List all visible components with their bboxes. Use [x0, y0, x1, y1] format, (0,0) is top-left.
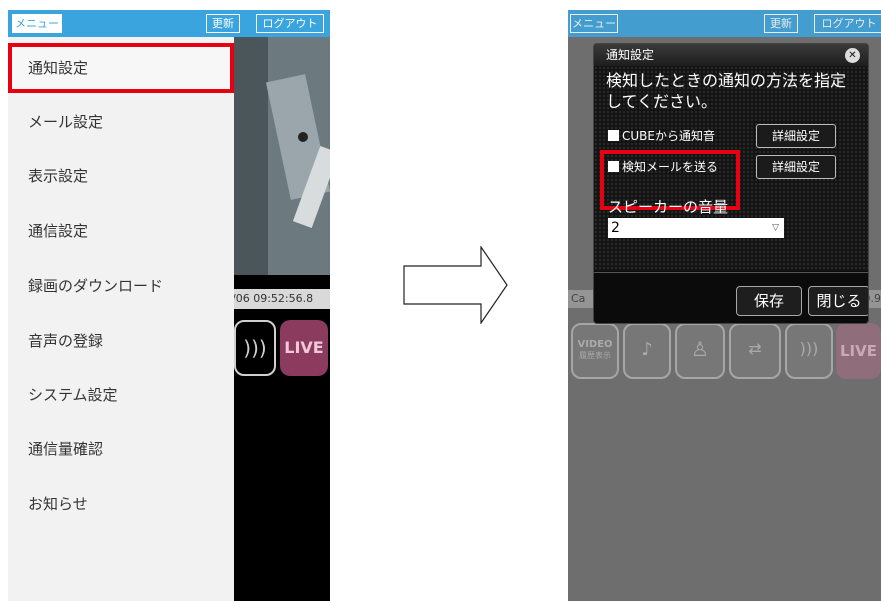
talk-icon: ⇄	[748, 339, 762, 358]
logout-button[interactable]: ログアウト	[814, 14, 881, 33]
history-label: 履歴表示	[579, 351, 611, 360]
menu-item-recording-download[interactable]: 録画のダウンロード	[8, 261, 234, 311]
refresh-button[interactable]: 更新	[764, 14, 798, 33]
dialog-divider	[594, 272, 868, 273]
person-icon: ♙	[691, 337, 709, 361]
close-button[interactable]: 閉じる	[808, 286, 868, 316]
menu-item-mail-settings[interactable]: メール設定	[8, 97, 234, 147]
volume-value: 2	[611, 220, 620, 236]
live-button[interactable]: LIVE	[836, 323, 881, 379]
ear-icon: )))	[799, 339, 819, 358]
person-detect-button[interactable]: ♙	[675, 323, 725, 379]
strip-left-text: Ca	[571, 292, 586, 305]
page: メニュー 更新 ログアウト /06 09:52:56.8 ))) LIVE 通知…	[0, 0, 881, 601]
music-button[interactable]: ♪	[623, 323, 671, 379]
menu-item-display-settings[interactable]: 表示設定	[8, 151, 234, 201]
right-arrow-icon	[403, 246, 508, 324]
menu-item-data-usage[interactable]: 通信量確認	[8, 424, 234, 474]
checkbox-sound[interactable]	[608, 130, 619, 141]
refresh-button[interactable]: 更新	[206, 14, 240, 33]
notification-settings-dialog: 通知設定 ✕ 検知したときの通知の方法を指定してください。 CUBEから通知音 …	[593, 43, 869, 324]
timestamp-strip: /06 09:52:56.8	[228, 289, 330, 309]
music-note-icon: ♪	[641, 339, 653, 360]
menu-drawer: 通知設定 メール設定 表示設定 通信設定 録画のダウンロード 音声の登録 システ…	[8, 37, 234, 601]
right-topbar: メニュー 更新 ログアウト	[568, 10, 881, 37]
volume-select[interactable]: 2 ▽	[608, 218, 784, 238]
sound-option-label: CUBEから通知音	[622, 129, 715, 143]
video-history-button[interactable]: VIDEO 履歴表示	[571, 323, 619, 379]
mail-detail-button[interactable]: 詳細設定	[756, 155, 836, 179]
listen-button[interactable]: )))	[785, 323, 833, 379]
listen-button[interactable]: )))	[234, 320, 276, 376]
camera-object	[298, 132, 308, 142]
live-button[interactable]: LIVE	[280, 320, 328, 376]
dialog-title: 通知設定	[594, 44, 868, 66]
camera-view	[228, 37, 330, 275]
left-screen: メニュー 更新 ログアウト /06 09:52:56.8 ))) LIVE 通知…	[8, 10, 330, 601]
close-icon[interactable]: ✕	[845, 48, 860, 63]
menu-item-voice-registration[interactable]: 音声の登録	[8, 316, 234, 366]
sound-notification-option[interactable]: CUBEから通知音	[608, 126, 715, 146]
menu-button[interactable]: メニュー	[570, 14, 618, 33]
camera-shadow	[228, 37, 268, 275]
menu-button[interactable]: メニュー	[12, 14, 62, 33]
chevron-down-icon: ▽	[772, 223, 779, 233]
left-topbar: メニュー 更新 ログアウト	[8, 10, 330, 37]
right-screen: メニュー 更新 ログアウト Ca 0.9 VIDEO 履歴表示 ♪ ♙ ⇄ ))…	[568, 10, 881, 601]
logout-button[interactable]: ログアウト	[256, 14, 324, 33]
menu-item-notification-settings[interactable]: 通知設定	[8, 43, 234, 93]
menu-item-system-settings[interactable]: システム設定	[8, 370, 234, 420]
talk-button[interactable]: ⇄	[729, 323, 781, 379]
ear-icon: )))	[243, 336, 267, 360]
sound-detail-button[interactable]: 詳細設定	[756, 124, 836, 148]
speaker-volume-label: スピーカーの音量	[608, 198, 729, 216]
video-label: VIDEO	[577, 339, 613, 350]
menu-item-notices[interactable]: お知らせ	[8, 479, 234, 529]
save-button[interactable]: 保存	[736, 286, 802, 316]
dialog-instruction: 検知したときの通知の方法を指定してください。	[606, 71, 847, 111]
menu-item-communication-settings[interactable]: 通信設定	[8, 206, 234, 256]
